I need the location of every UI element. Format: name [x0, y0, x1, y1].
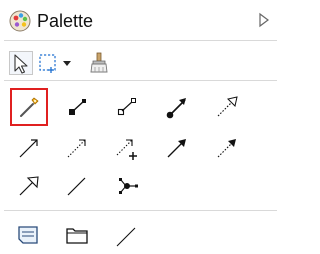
connector-dashed-arrow[interactable] [208, 129, 246, 167]
palette-toolbar [0, 46, 281, 76]
palette-header: Palette [0, 0, 281, 40]
branch-connector-icon [119, 178, 138, 194]
note-icon [18, 226, 38, 244]
connector-branch[interactable] [107, 167, 145, 205]
connector-line[interactable] [58, 167, 96, 205]
magic-wand-icon [20, 97, 39, 117]
connector-filled-target[interactable] [158, 88, 196, 126]
folder-tool[interactable] [58, 216, 96, 254]
connector-add-dotted-arrow[interactable] [107, 129, 145, 167]
format-painter-tool[interactable] [87, 51, 111, 75]
marquee-select-icon [39, 54, 56, 73]
connector-hollow-source[interactable] [107, 88, 145, 126]
dotted-arrow-plus-icon [116, 139, 137, 160]
connector-hollow-arrow[interactable] [10, 167, 48, 205]
connector-bold-arrow[interactable] [158, 129, 196, 167]
connector-arrow[interactable] [10, 129, 48, 167]
dashed-arrow-icon [217, 139, 236, 158]
palette-logo-icon [9, 10, 31, 32]
format-painter-icon [90, 52, 108, 73]
diagonal-line-icon [116, 227, 136, 247]
dropdown-arrow-icon [63, 61, 71, 66]
connector-filled-source[interactable] [58, 88, 96, 126]
note-tool[interactable] [10, 216, 48, 254]
connector-open-target-dotted[interactable] [208, 88, 246, 126]
toolbar-separator [4, 80, 277, 81]
create-connection-tool[interactable] [10, 88, 48, 126]
collapse-arrow-icon[interactable] [257, 12, 271, 28]
palette-title: Palette [37, 11, 94, 31]
arrow-icon [19, 139, 38, 158]
tools-separator [4, 210, 277, 211]
palette-panel: Palette [0, 0, 281, 250]
marquee-dropdown[interactable] [61, 56, 73, 70]
connector-hollow-square-icon [117, 98, 136, 116]
header-separator [4, 40, 277, 41]
select-tool[interactable] [9, 51, 33, 75]
bold-arrow-icon [167, 139, 186, 158]
connector-dotted-hollow-arrow-icon [217, 96, 238, 117]
folder-icon [66, 228, 88, 244]
dotted-arrow-icon [67, 139, 86, 158]
connector-filled-square-icon [69, 99, 86, 115]
hollow-arrow-icon [19, 176, 39, 196]
marquee-tool[interactable] [37, 52, 59, 74]
line-tool[interactable] [107, 216, 145, 254]
connector-dotted-arrow[interactable] [58, 129, 96, 167]
connector-dot-arrow-icon [166, 98, 186, 119]
line-icon [67, 177, 86, 196]
cursor-arrow-icon [14, 54, 28, 74]
